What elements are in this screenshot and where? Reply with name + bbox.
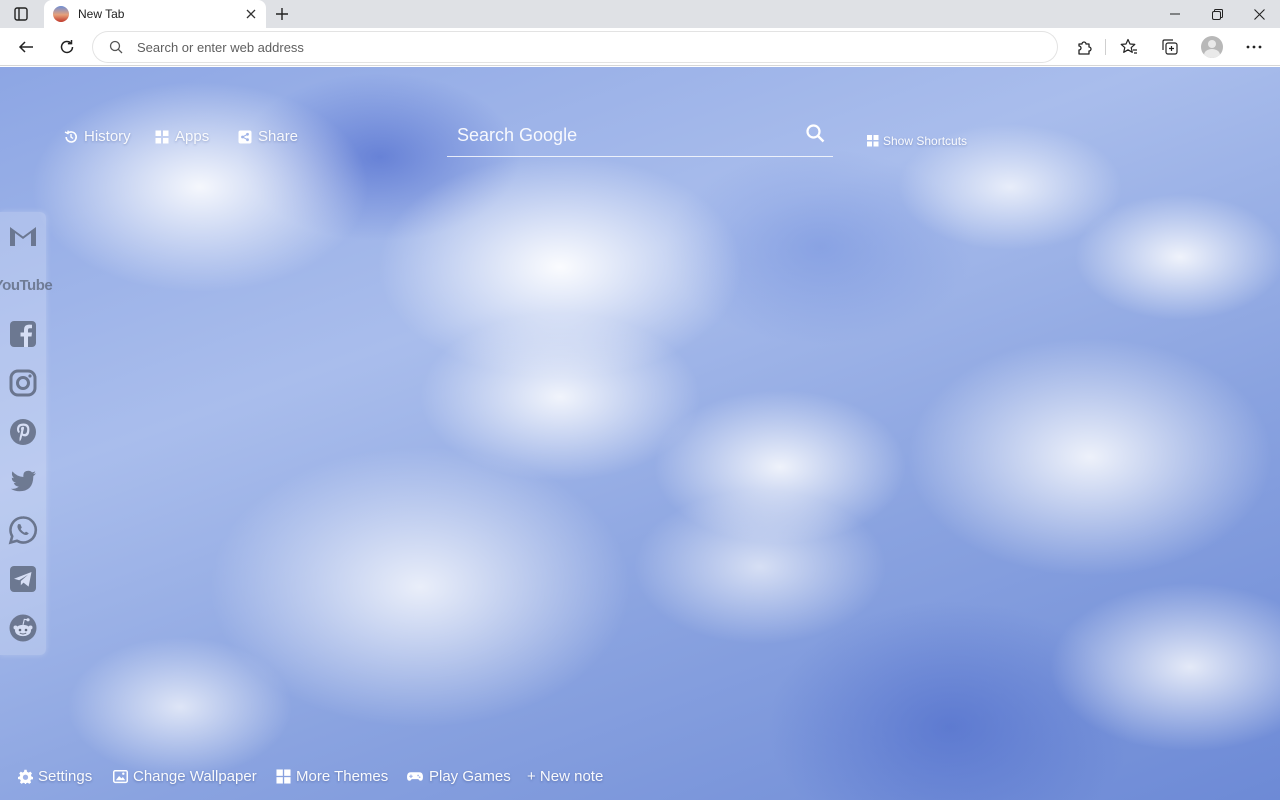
change-wallpaper-label: Change Wallpaper [133, 767, 257, 785]
tab-actions-button[interactable] [8, 4, 34, 24]
active-tab[interactable]: New Tab [44, 0, 266, 28]
social-sidebar: YouTube [0, 212, 53, 655]
tab-close-button[interactable] [240, 3, 262, 25]
avatar [1201, 36, 1223, 58]
sidebar-item-youtube[interactable]: YouTube [0, 266, 53, 304]
tab-favicon-icon [53, 6, 69, 22]
pinterest-icon [10, 419, 36, 445]
search-icon [806, 124, 825, 143]
share-icon [238, 130, 252, 143]
refresh-button[interactable] [52, 32, 82, 62]
collections-icon [1162, 39, 1178, 55]
back-arrow-icon [18, 41, 33, 53]
apps-grid-icon [155, 130, 169, 143]
back-button[interactable] [11, 32, 41, 62]
search-icon [107, 38, 125, 56]
favorites-button[interactable] [1114, 32, 1144, 62]
close-window-button[interactable] [1238, 0, 1280, 28]
settings-label: Settings [38, 767, 93, 785]
puzzle-icon [1077, 40, 1092, 55]
toolbar-divider [1105, 39, 1106, 55]
tab-title: New Tab [78, 7, 125, 21]
facebook-icon [10, 321, 36, 347]
extensions-button[interactable] [1069, 32, 1099, 62]
share-label: Share [258, 128, 299, 145]
restore-button[interactable] [1196, 0, 1238, 28]
google-search-input[interactable] [457, 121, 787, 149]
more-themes-button[interactable]: More Themes [276, 764, 388, 788]
share-link[interactable]: Share [238, 128, 298, 145]
gear-icon [18, 769, 33, 784]
whatsapp-icon [8, 516, 38, 545]
youtube-icon: YouTube [0, 276, 53, 294]
settings-button[interactable]: Settings [18, 764, 92, 788]
sidebar-item-twitter[interactable] [4, 462, 42, 500]
newtab-page: History Apps Share Show Shortcuts YouTub… [0, 67, 1280, 800]
bottom-bar: Settings Change Wallpaper More Themes Pl… [0, 764, 1280, 788]
gmail-icon [10, 227, 36, 246]
address-input[interactable] [137, 39, 1017, 55]
instagram-icon [9, 369, 37, 397]
tab-actions-icon [14, 7, 28, 21]
twitter-icon [10, 470, 37, 492]
show-shortcuts-label: Show Shortcuts [883, 134, 968, 148]
tab-strip: New Tab [0, 0, 1280, 28]
history-link[interactable]: History [64, 128, 131, 145]
google-search-box [447, 115, 833, 157]
telegram-icon [10, 566, 36, 592]
grid-icon [276, 768, 291, 784]
sidebar-item-telegram[interactable] [4, 560, 42, 598]
refresh-icon [60, 40, 74, 54]
apps-label: Apps [175, 128, 210, 145]
star-list-icon [1120, 38, 1137, 54]
profile-button[interactable] [1197, 32, 1227, 62]
show-shortcuts-button[interactable]: Show Shortcuts [867, 134, 967, 148]
play-games-button[interactable]: Play Games [406, 764, 511, 788]
grid-icon [867, 135, 879, 147]
more-dots-icon [1246, 45, 1262, 49]
minimize-button[interactable] [1154, 0, 1196, 28]
close-icon [246, 9, 256, 19]
gamepad-icon [407, 771, 423, 781]
minimize-icon [1170, 13, 1180, 15]
more-menu-button[interactable] [1239, 32, 1269, 62]
sidebar-item-whatsapp[interactable] [4, 511, 42, 549]
history-icon [64, 129, 77, 143]
sidebar-item-instagram[interactable] [4, 364, 42, 402]
browser-toolbar [0, 28, 1280, 66]
sidebar-item-facebook[interactable] [4, 315, 42, 353]
address-bar[interactable] [93, 32, 1057, 62]
sidebar-item-reddit[interactable] [4, 609, 42, 647]
restore-icon [1211, 8, 1223, 20]
google-search-button[interactable] [803, 121, 827, 145]
image-icon [113, 769, 128, 783]
sidebar-item-pinterest[interactable] [4, 413, 42, 451]
history-label: History [84, 128, 131, 145]
close-window-icon [1253, 8, 1265, 20]
apps-link[interactable]: Apps [155, 128, 209, 145]
change-wallpaper-button[interactable]: Change Wallpaper [113, 764, 257, 788]
play-games-label: Play Games [429, 767, 511, 785]
new-note-button[interactable]: + New note [527, 764, 603, 788]
new-tab-button[interactable] [270, 2, 294, 26]
new-note-label: + New note [527, 767, 604, 785]
collections-button[interactable] [1155, 32, 1185, 62]
sidebar-item-gmail[interactable] [4, 217, 42, 255]
reddit-icon [9, 614, 37, 642]
more-themes-label: More Themes [296, 767, 389, 785]
window-controls [1154, 0, 1280, 28]
plus-icon [276, 8, 288, 20]
